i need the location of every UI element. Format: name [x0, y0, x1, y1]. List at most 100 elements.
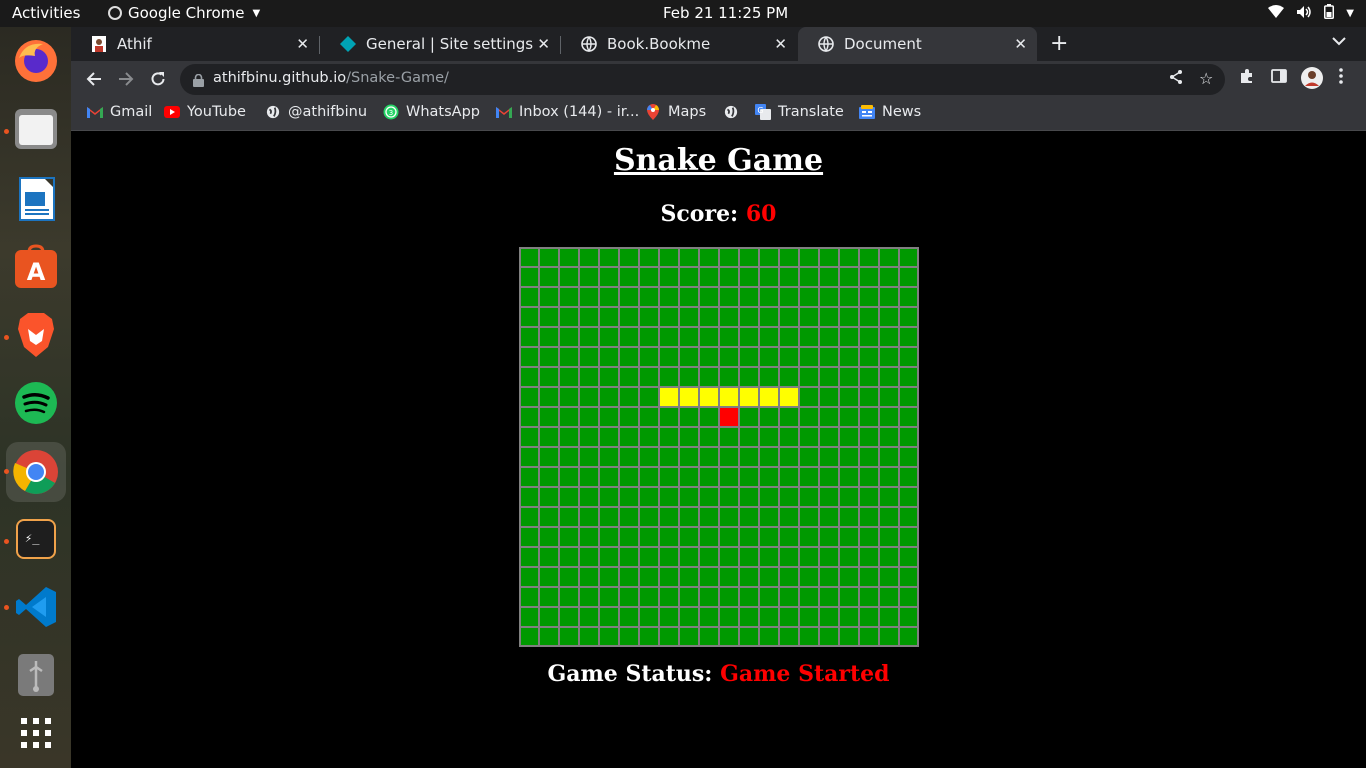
- system-top-bar: Activities Google Chrome ▼ Feb 21 11:25 …: [0, 0, 1366, 27]
- profile-avatar[interactable]: [1301, 67, 1323, 93]
- tab-general-site-settings[interactable]: General | Site settings ✕: [320, 27, 560, 61]
- wifi-icon: [1268, 4, 1285, 23]
- globe-icon: [265, 104, 281, 120]
- tab-document[interactable]: Document ✕: [798, 27, 1037, 61]
- snake-segment: [759, 387, 779, 407]
- news-icon: [859, 104, 875, 120]
- globe-icon: [818, 36, 834, 52]
- tab-book-bookme[interactable]: Book.Bookme ✕: [561, 27, 797, 61]
- bookmark-gmail[interactable]: Gmail: [87, 104, 152, 120]
- bookmark-inbox[interactable]: Inbox (144) - ir...: [496, 104, 639, 120]
- game-status: Game Status: Game Started: [71, 661, 1366, 687]
- tab-label: Document: [844, 35, 922, 53]
- close-icon[interactable]: ✕: [774, 35, 787, 53]
- vscode-icon[interactable]: [10, 581, 62, 633]
- close-icon[interactable]: ✕: [1014, 35, 1027, 53]
- score-label: Score:: [660, 201, 739, 227]
- side-panel-icon[interactable]: [1271, 68, 1287, 88]
- address-bar[interactable]: athifbinu.github.io/Snake-Game/ ☆: [180, 64, 1225, 95]
- running-indicator: [4, 605, 9, 610]
- close-icon[interactable]: ✕: [537, 35, 550, 53]
- app-menu[interactable]: Google Chrome ▼: [108, 4, 260, 22]
- snake-segment: [739, 387, 759, 407]
- extensions-puzzle-icon[interactable]: [1239, 68, 1255, 88]
- running-indicator: [4, 539, 9, 544]
- bookmark-youtube[interactable]: YouTube: [164, 104, 246, 120]
- firefox-icon[interactable]: [10, 35, 62, 87]
- tab-athif[interactable]: Athif ✕: [71, 27, 319, 61]
- score-display: Score: 60: [71, 201, 1366, 227]
- brave-browser-icon[interactable]: [10, 309, 62, 361]
- running-indicator: [4, 469, 9, 474]
- usb-drive-icon[interactable]: [10, 649, 62, 701]
- snake-segment: [719, 387, 739, 407]
- svg-text:A: A: [27, 258, 46, 286]
- bookmark-whatsapp[interactable]: 3 WhatsApp: [383, 104, 480, 120]
- bookmark-translate[interactable]: G Translate: [755, 104, 844, 120]
- tab-label: Book.Bookme: [607, 35, 711, 53]
- new-tab-button[interactable]: +: [1050, 31, 1068, 56]
- status-value: Game Started: [720, 661, 890, 687]
- svg-text:G: G: [757, 106, 763, 115]
- page-title: Snake Game: [613, 143, 824, 178]
- bookmark-globe[interactable]: [723, 104, 746, 120]
- libreoffice-writer-icon[interactable]: [10, 173, 62, 225]
- close-icon[interactable]: ✕: [296, 35, 309, 53]
- lock-icon[interactable]: [193, 72, 204, 91]
- tab-strip: Athif ✕ General | Site settings ✕ Book.B…: [71, 27, 1366, 61]
- app-center-icon[interactable]: A: [10, 241, 62, 293]
- chevron-down-icon: ▼: [252, 7, 261, 19]
- youtube-icon: [164, 104, 180, 120]
- url-path: /Snake-Game/: [346, 70, 449, 86]
- battery-icon: [1324, 4, 1335, 23]
- more-vert-icon[interactable]: [1339, 68, 1343, 88]
- tab-label: Athif: [117, 35, 152, 53]
- chrome-dock-icon[interactable]: [6, 442, 66, 502]
- bookmark-label: Translate: [778, 104, 844, 120]
- bookmark-news[interactable]: News: [859, 104, 921, 120]
- game-board[interactable]: [519, 247, 919, 647]
- app-name: Google Chrome: [128, 4, 245, 22]
- snake-segment: [679, 387, 699, 407]
- url-text[interactable]: athifbinu.github.io/Snake-Game/: [213, 70, 449, 86]
- bookmark-label: News: [882, 104, 922, 120]
- system-tray[interactable]: ▼: [1268, 4, 1354, 23]
- bookmark-label: Maps: [668, 104, 707, 120]
- status-label: Game Status:: [547, 661, 713, 687]
- gmail-icon: [87, 104, 103, 120]
- tab-search-chevron-icon[interactable]: [1332, 34, 1346, 50]
- svg-text:3: 3: [389, 109, 393, 117]
- bookmark-star-icon[interactable]: ☆: [1199, 69, 1213, 88]
- page-content: Snake Game Score: 60 Game Status: Game S…: [71, 131, 1366, 768]
- spotify-icon[interactable]: [10, 377, 62, 429]
- bookmark-label: YouTube: [187, 104, 246, 120]
- translate-icon: G: [755, 104, 771, 120]
- running-indicator: [4, 335, 9, 340]
- browser-toolbar: athifbinu.github.io/Snake-Game/ ☆: [71, 61, 1366, 98]
- gmail-icon: [496, 104, 512, 120]
- clock[interactable]: Feb 21 11:25 PM: [663, 4, 788, 22]
- bookmark-maps[interactable]: Maps: [645, 104, 706, 120]
- food-cell: [719, 407, 739, 427]
- snake-segment: [699, 387, 719, 407]
- volume-icon: [1296, 5, 1312, 23]
- files-icon[interactable]: [10, 103, 62, 155]
- show-apps-icon[interactable]: [10, 707, 62, 759]
- globe-icon: [723, 104, 739, 120]
- url-host: athifbinu.github.io: [213, 70, 347, 86]
- running-indicator: [4, 129, 9, 134]
- terminal-icon[interactable]: ⚡_: [10, 513, 62, 565]
- back-arrow-icon[interactable]: [82, 67, 106, 91]
- score-value: 60: [745, 201, 777, 227]
- bookmark-athifbinu[interactable]: @athifbinu: [265, 104, 367, 120]
- snake-segment: [779, 387, 799, 407]
- forward-arrow-icon[interactable]: [114, 67, 138, 91]
- whatsapp-icon: 3: [383, 104, 399, 120]
- activities-button[interactable]: Activities: [12, 4, 80, 22]
- snake-segment: [659, 387, 679, 407]
- share-icon[interactable]: [1168, 69, 1184, 89]
- reload-icon[interactable]: [146, 67, 170, 91]
- tab-label: General | Site settings: [366, 35, 534, 53]
- bookmark-label: Inbox (144) - ir...: [519, 104, 640, 120]
- bookmark-label: WhatsApp: [406, 104, 480, 120]
